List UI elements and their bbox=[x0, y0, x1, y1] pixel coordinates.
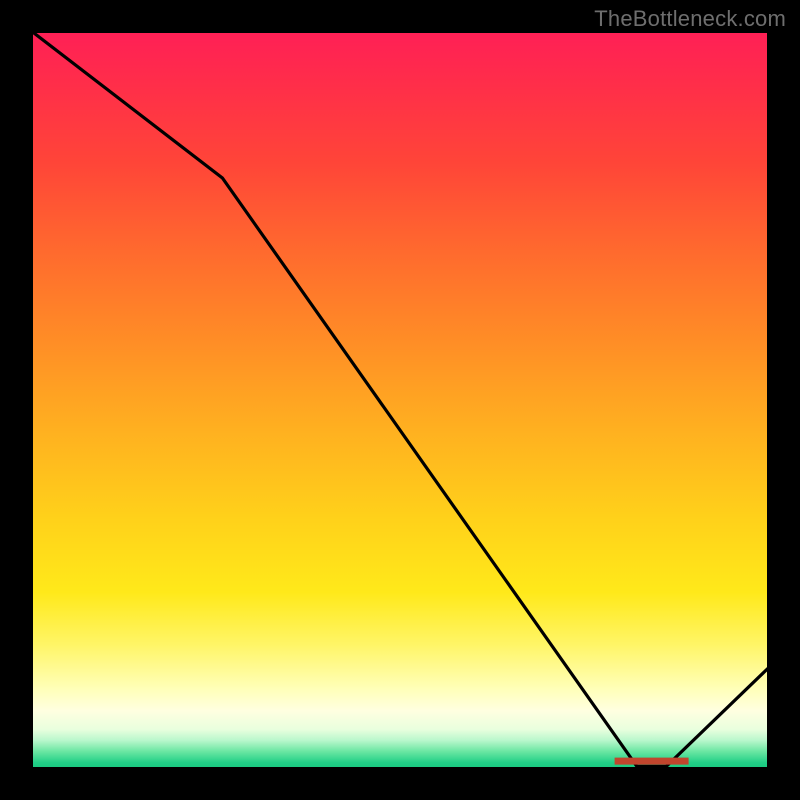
watermark-text: TheBottleneck.com bbox=[594, 6, 786, 32]
plot-area bbox=[30, 30, 770, 770]
chart-stage: TheBottleneck.com bbox=[0, 0, 800, 800]
minimum-marker bbox=[615, 758, 689, 765]
chart-svg bbox=[30, 30, 770, 770]
data-curve bbox=[30, 30, 770, 766]
